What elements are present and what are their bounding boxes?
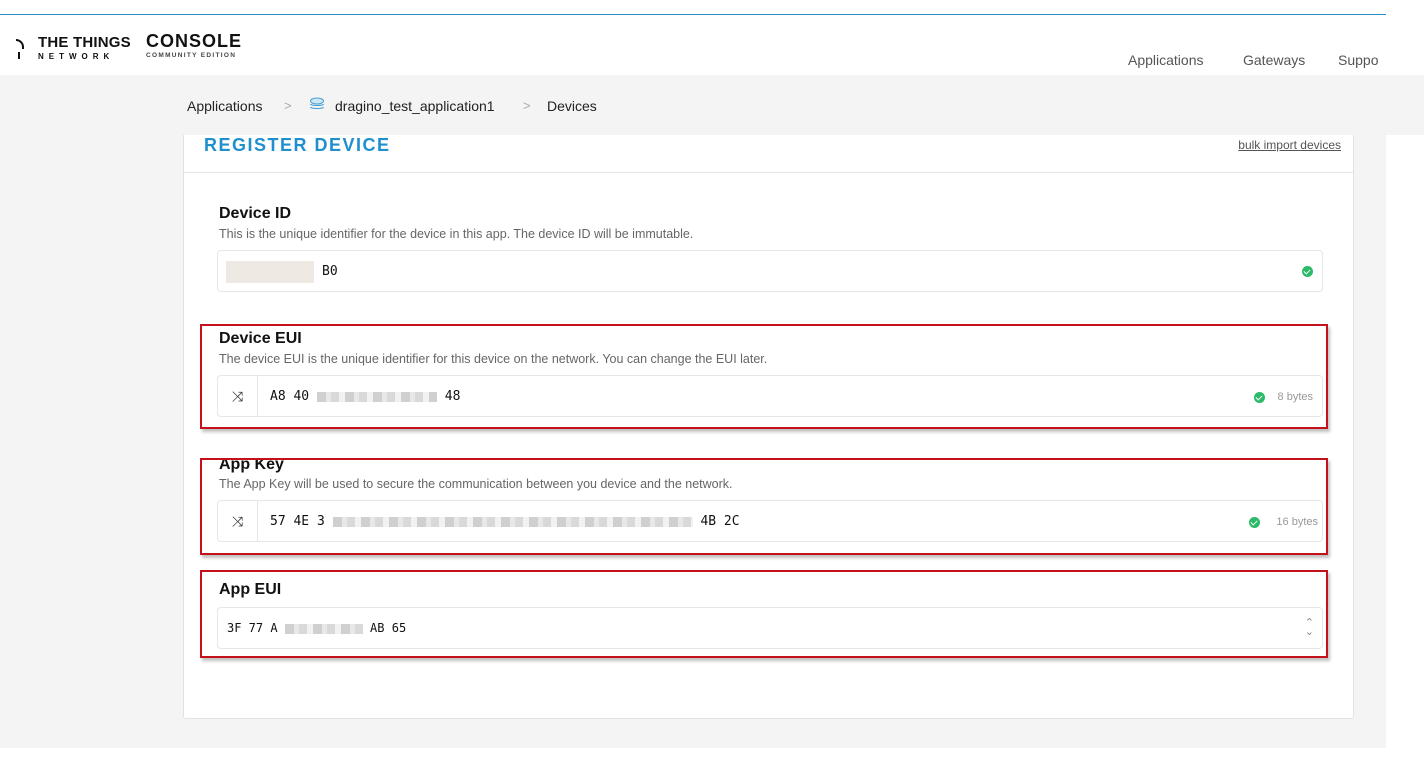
breadcrumb-separator: > <box>523 98 531 113</box>
breadcrumb-applications[interactable]: Applications <box>187 98 263 114</box>
console-title: CONSOLE <box>146 31 243 51</box>
breadcrumb-separator: > <box>284 98 292 113</box>
device-id-label: Device ID <box>219 205 292 222</box>
application-stack-icon <box>310 97 324 109</box>
brand-title: THE THINGS <box>38 34 131 51</box>
device-id-description: This is the unique identifier for the de… <box>219 227 694 241</box>
bulk-import-link[interactable]: bulk import devices <box>1238 138 1341 152</box>
check-circle-icon <box>1302 266 1313 277</box>
redacted-area <box>226 261 314 283</box>
card-divider <box>184 172 1353 173</box>
device-eui-highlight <box>200 324 1328 429</box>
breadcrumb-application[interactable]: dragino_test_application1 <box>335 98 495 114</box>
nav-applications[interactable]: Applications <box>1128 52 1204 68</box>
breadcrumb-devices[interactable]: Devices <box>547 98 597 114</box>
nav-gateways[interactable]: Gateways <box>1243 52 1305 68</box>
breadcrumb: Applications > dragino_test_application1… <box>0 75 1424 135</box>
card-title: REGISTER DEVICE <box>204 135 391 155</box>
app-key-highlight <box>200 458 1328 555</box>
ttn-logo-icon[interactable] <box>16 37 24 59</box>
device-id-value: B0 <box>322 264 338 279</box>
app-eui-highlight <box>200 570 1328 658</box>
brand-subtitle: NETWORK <box>38 52 115 61</box>
top-header: THE THINGS NETWORK CONSOLE COMMUNITY EDI… <box>0 15 1424 75</box>
nav-support[interactable]: Suppo <box>1338 52 1378 68</box>
device-id-input[interactable]: B0 <box>217 250 1323 292</box>
console-subtitle: COMMUNITY EDITION <box>146 52 237 59</box>
